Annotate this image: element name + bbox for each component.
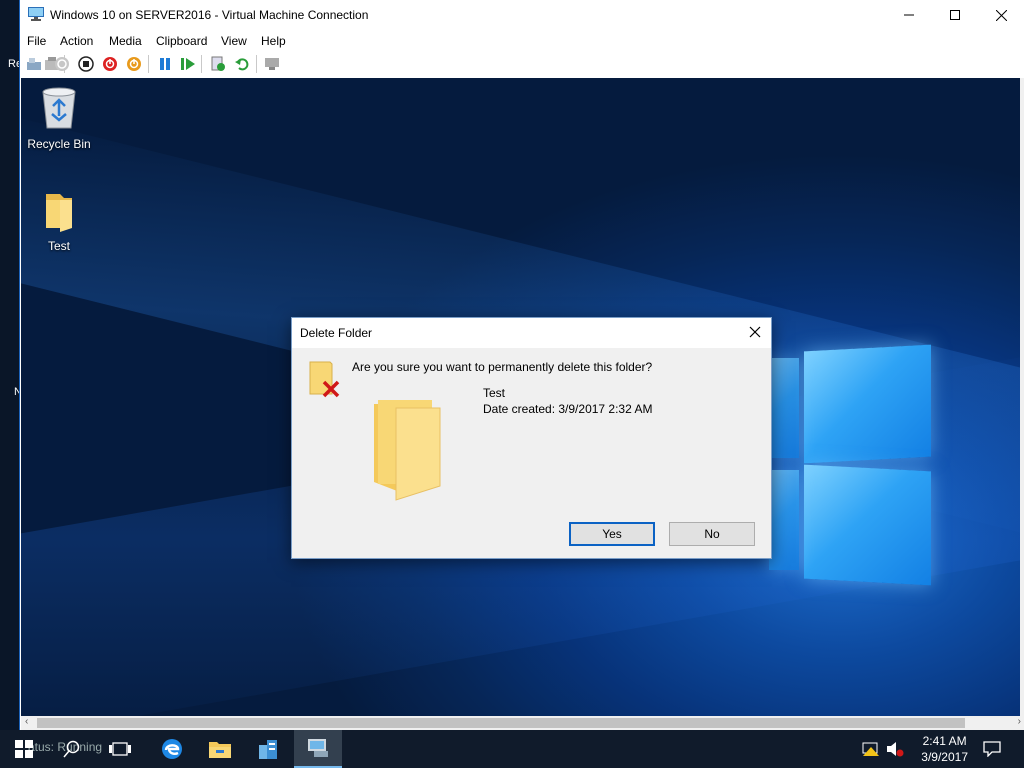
hyper-v-manager-button[interactable]: [294, 730, 342, 768]
menu-action[interactable]: Action: [60, 34, 93, 48]
folder-icon: [46, 194, 72, 232]
server-manager-button[interactable]: [244, 730, 292, 768]
wallpaper-logo-pane: [804, 464, 931, 586]
scroll-left-icon[interactable]: ‹: [25, 716, 28, 727]
action-center-button[interactable]: [972, 730, 1012, 768]
toolbar-separator: [201, 55, 202, 73]
start-icon[interactable]: [54, 56, 70, 72]
save-icon[interactable]: [126, 56, 142, 72]
recycle-bin-icon: [42, 87, 76, 129]
maximize-icon: [950, 10, 960, 20]
search-icon: [63, 740, 80, 758]
folder-preview-icon: [374, 400, 441, 501]
host-desktop-edge: Re N: [0, 0, 22, 730]
horizontal-scrollbar[interactable]: ‹ ›: [21, 716, 1024, 730]
dialog-message: Are you sure you want to permanently del…: [352, 360, 653, 374]
delete-folder-dialog: Delete Folder Are you sure you want to p…: [291, 317, 772, 559]
pause-icon[interactable]: [157, 56, 173, 72]
start-button[interactable]: [0, 730, 48, 768]
menu-bar: File Action Media Clipboard View Help: [20, 31, 1024, 51]
minimize-button[interactable]: [886, 0, 932, 30]
vm-connection-icon: [28, 7, 44, 21]
item-date-created: Date created: 3/9/2017 2:32 AM: [483, 402, 653, 416]
no-button[interactable]: No: [669, 522, 755, 546]
window-title: Windows 10 on SERVER2016 - Virtual Machi…: [50, 8, 369, 22]
vertical-scrollbar[interactable]: [1020, 78, 1024, 716]
file-explorer-button[interactable]: [196, 730, 244, 768]
wallpaper-logo-pane: [769, 470, 799, 570]
network-warning-icon[interactable]: [862, 741, 880, 757]
close-icon: [995, 9, 1007, 21]
shut-down-icon[interactable]: [102, 56, 118, 72]
resume-icon[interactable]: [180, 56, 196, 72]
taskbar: atus: Running 2:41 AM 3/9/2017: [0, 730, 1024, 768]
search-button[interactable]: [48, 730, 96, 768]
desktop-icon-label: Test: [47, 239, 70, 253]
dialog-titlebar: Delete Folder: [292, 318, 771, 348]
toolbar-separator: [148, 55, 149, 73]
menu-media[interactable]: Media: [109, 34, 142, 48]
desktop-icon-test-folder[interactable]: Test: [23, 190, 95, 253]
vm-toolbar: [20, 51, 1024, 78]
notification-icon: [983, 741, 1001, 757]
clock-date: 3/9/2017: [921, 750, 968, 764]
turn-off-icon[interactable]: [78, 56, 94, 72]
ctrl-alt-del-icon[interactable]: [26, 56, 42, 72]
menu-view[interactable]: View: [221, 34, 247, 48]
menu-file[interactable]: File: [27, 34, 46, 48]
yes-button[interactable]: Yes: [569, 522, 655, 546]
taskbar-clock[interactable]: 2:41 AM 3/9/2017: [921, 733, 968, 765]
desktop-icon-label: Recycle Bin: [27, 137, 91, 151]
dialog-title: Delete Folder: [300, 326, 373, 340]
close-button[interactable]: [978, 0, 1024, 30]
item-name: Test: [483, 386, 506, 400]
menu-help[interactable]: Help: [261, 34, 286, 48]
scrollbar-thumb[interactable]: [37, 718, 965, 728]
scroll-right-icon[interactable]: ›: [1018, 716, 1021, 727]
enhanced-session-icon[interactable]: [264, 56, 280, 72]
task-view-icon: [109, 742, 131, 756]
desktop-icon-recycle-bin[interactable]: Recycle Bin: [23, 86, 95, 151]
wallpaper-logo-pane: [804, 344, 931, 464]
close-icon[interactable]: [747, 324, 763, 340]
edge-button[interactable]: [148, 730, 196, 768]
toolbar-separator: [256, 55, 257, 73]
minimize-icon: [904, 14, 914, 16]
hyper-v-manager-icon: [308, 739, 328, 757]
revert-icon[interactable]: [234, 56, 250, 72]
wallpaper-logo-pane: [769, 358, 799, 458]
window-titlebar: Windows 10 on SERVER2016 - Virtual Machi…: [20, 0, 1024, 30]
file-explorer-icon: [209, 742, 231, 758]
edge-icon: [162, 739, 182, 759]
delete-folder-warning-icon: [309, 361, 340, 398]
clock-time: 2:41 AM: [922, 734, 967, 748]
checkpoint-icon[interactable]: [210, 56, 226, 72]
volume-muted-icon[interactable]: [886, 741, 904, 757]
maximize-button[interactable]: [932, 0, 978, 30]
server-manager-icon: [259, 740, 277, 759]
task-view-button[interactable]: [96, 730, 144, 768]
menu-clipboard[interactable]: Clipboard: [156, 34, 207, 48]
start-icon: [15, 740, 33, 758]
